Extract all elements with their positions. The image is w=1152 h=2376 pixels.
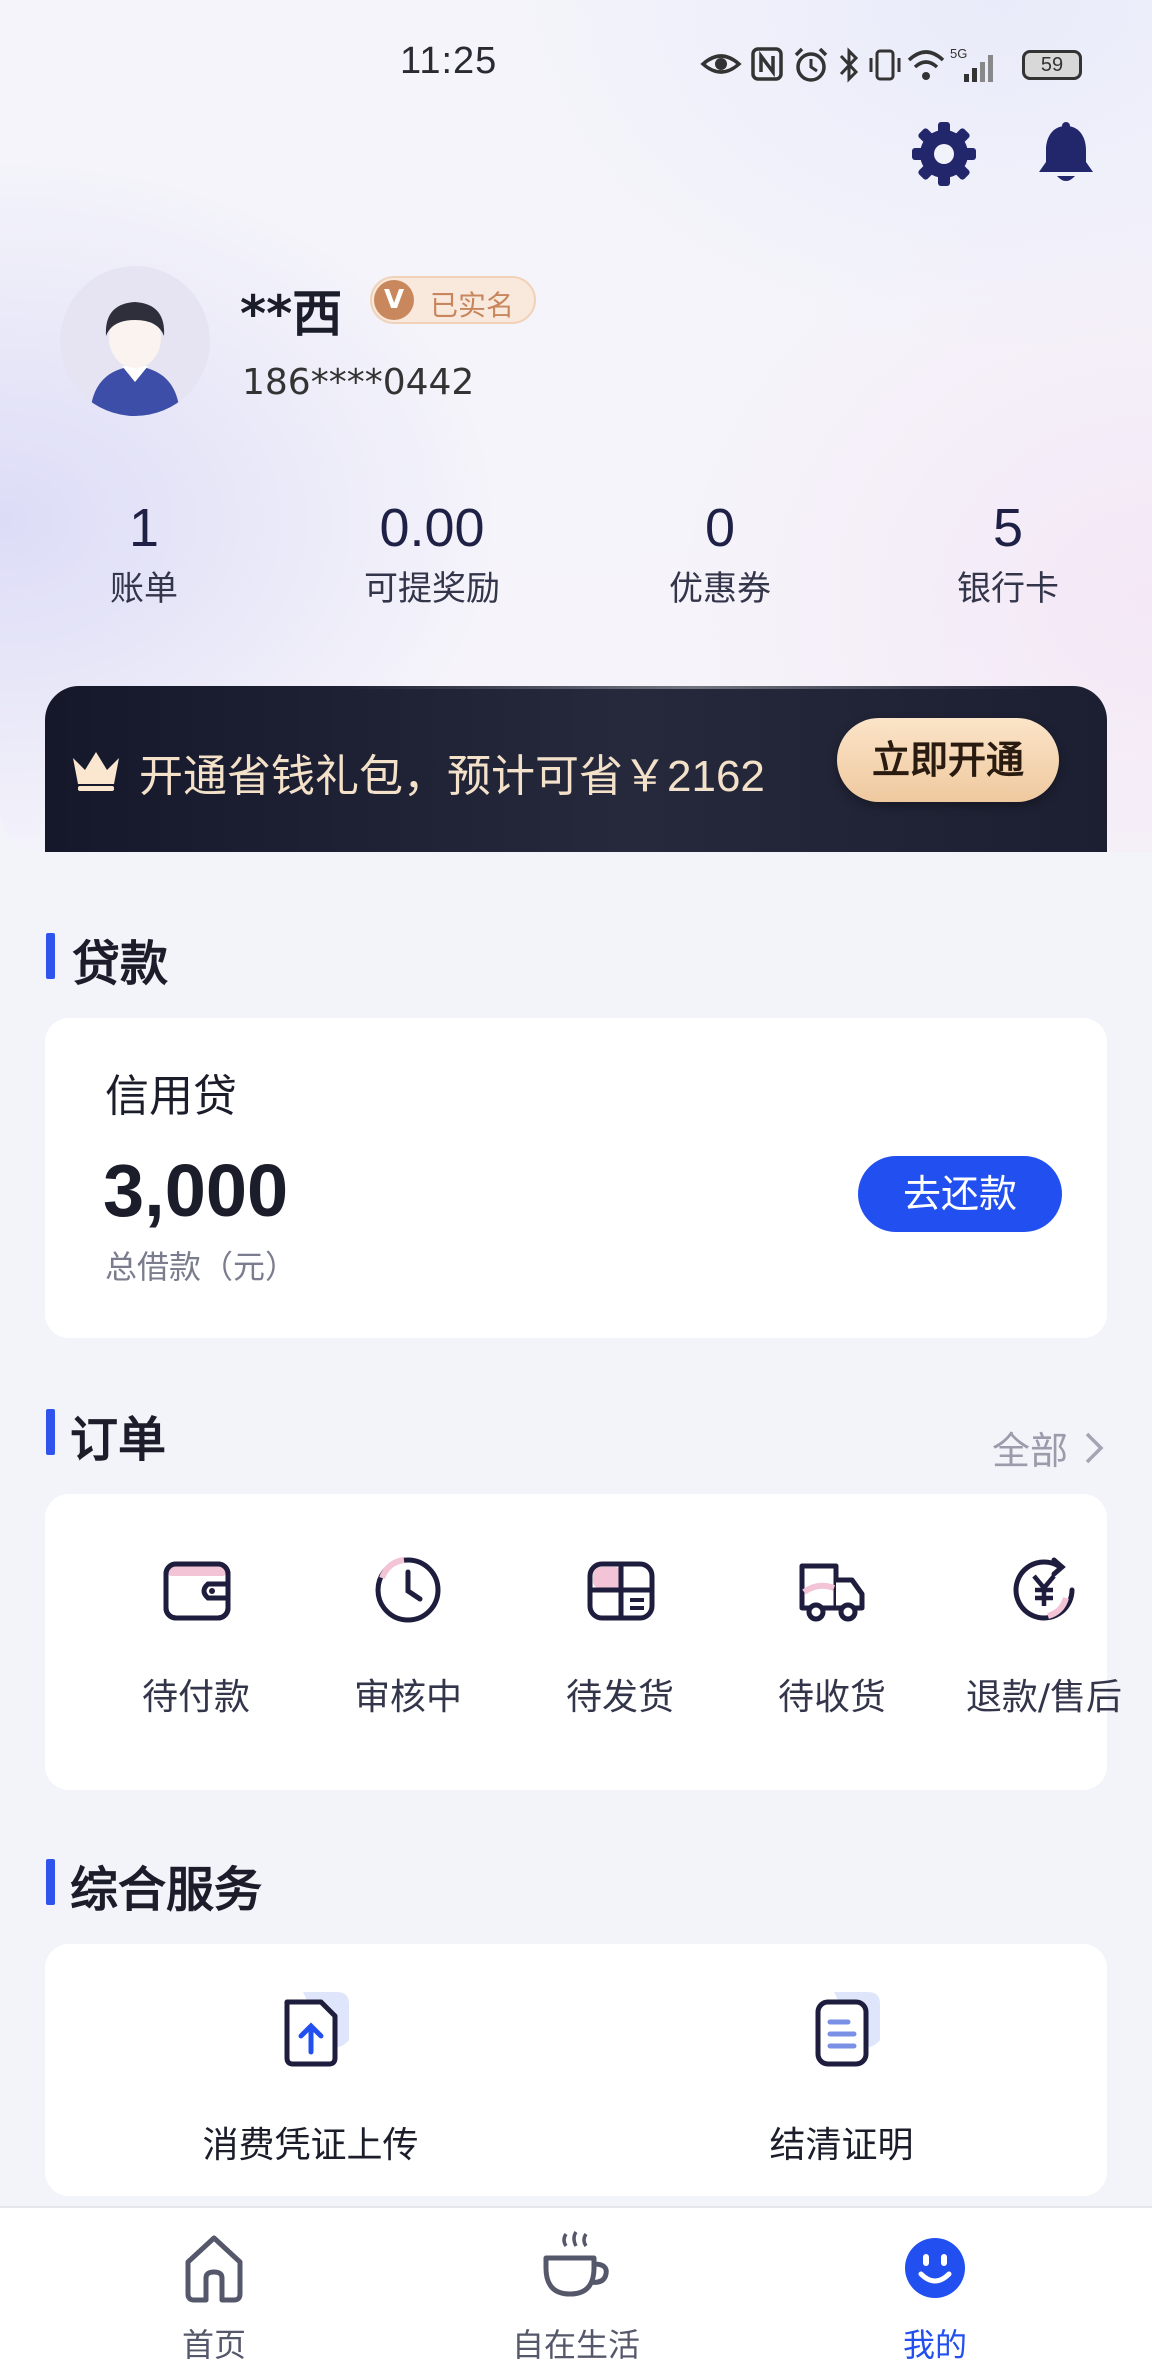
section-marker — [46, 933, 55, 979]
stat-value: 1 — [128, 498, 160, 558]
savings-package-banner[interactable]: 开通省钱礼包，预计可省￥2162 立即开通 — [45, 686, 1107, 852]
repay-button[interactable]: 去还款 — [858, 1156, 1062, 1232]
stat-label: 账单 — [110, 569, 178, 609]
section-marker — [46, 1409, 55, 1455]
order-status-label: 审核中 — [353, 1677, 462, 1718]
package-icon — [587, 1561, 655, 1621]
bluetooth-icon — [839, 47, 859, 83]
order-status-label: 退款/售后 — [965, 1677, 1123, 1718]
status-icons: 5G 59 — [700, 46, 1090, 86]
order-status-label: 待付款 — [141, 1677, 250, 1718]
stat-value: 0.00 — [379, 498, 485, 558]
verified-badge: V 已实名 — [370, 276, 536, 324]
gear-icon — [912, 122, 976, 186]
orders-section-title: 订单 — [70, 1412, 167, 1468]
order-under-review[interactable]: 审核中 — [302, 1494, 514, 1790]
wifi-icon — [907, 50, 945, 80]
truck-icon — [799, 1563, 865, 1622]
vibrate-icon — [869, 49, 901, 81]
stat-label: 可提奖励 — [364, 569, 500, 609]
avatar[interactable] — [60, 266, 210, 416]
stat-rewards[interactable]: 0.00 可提奖励 — [288, 496, 576, 612]
promo-message: 开通省钱礼包，预计可省 — [139, 751, 623, 802]
promo-amount: ￥2162 — [623, 752, 765, 801]
service-upload-voucher[interactable]: 消费凭证上传 — [45, 1944, 576, 2196]
order-pending-payment[interactable]: 待付款 — [90, 1494, 302, 1790]
tab-label: 首页 — [181, 2326, 246, 2364]
home-icon — [185, 2235, 243, 2303]
stat-bills[interactable]: 1 账单 — [0, 496, 288, 612]
chevron-right-icon[interactable] — [1082, 1428, 1106, 1468]
refund-yen-icon — [1013, 1557, 1075, 1621]
user-phone: 186****0442 — [242, 362, 475, 403]
tab-life[interactable]: 自在生活 — [384, 2208, 768, 2376]
service-label: 消费凭证上传 — [202, 2125, 419, 2166]
bottom-tab-bar: 首页 自在生活 我的 — [0, 2206, 1152, 2376]
service-label: 结清证明 — [769, 2125, 914, 2166]
certificate-document-icon — [815, 1992, 880, 2067]
cellular-signal-icon: 5G — [950, 46, 993, 82]
order-to-receive[interactable]: 待收货 — [726, 1494, 938, 1790]
loan-card[interactable]: 信用贷 3,000 总借款（元） 去还款 — [45, 1018, 1107, 1338]
loan-product-name: 信用贷 — [105, 1071, 237, 1122]
wallet-icon — [163, 1561, 231, 1621]
view-all-orders-link[interactable]: 全部 — [992, 1420, 1068, 1475]
tab-label: 我的 — [902, 2326, 967, 2364]
order-to-ship[interactable]: 待发货 — [514, 1494, 726, 1790]
user-name: **西 — [240, 285, 343, 343]
status-bar: 11:25 5G 59 — [0, 0, 1152, 130]
order-status-label: 待收货 — [777, 1677, 886, 1718]
order-status-label: 待发货 — [565, 1677, 674, 1718]
loan-total-amount: 3,000 — [103, 1149, 289, 1232]
coffee-cup-icon — [543, 2231, 609, 2297]
network-type: 5G — [950, 46, 967, 61]
nfc-icon — [751, 47, 783, 81]
section-marker — [46, 1859, 55, 1905]
tab-label: 自在生活 — [511, 2326, 640, 2364]
clock-icon — [375, 1557, 441, 1623]
battery-indicator: 59 — [1022, 50, 1082, 80]
order-refund-aftersales[interactable]: 退款/售后 — [938, 1494, 1150, 1790]
promo-text: 开通省钱礼包，预计可省￥2162 — [139, 740, 765, 804]
smiley-icon — [905, 2238, 965, 2298]
account-stats: 1 账单 0.00 可提奖励 0 优惠券 5 银行卡 — [0, 496, 1152, 626]
stat-bank-cards[interactable]: 5 银行卡 — [864, 496, 1152, 612]
stat-value: 0 — [704, 498, 736, 558]
stat-value: 5 — [992, 498, 1024, 558]
verified-v-icon: V — [374, 280, 414, 320]
status-time: 11:25 — [400, 40, 498, 82]
loan-amount-label: 总借款（元） — [105, 1248, 298, 1286]
tab-mine[interactable]: 我的 — [743, 2208, 1127, 2376]
notification-button[interactable] — [1030, 118, 1102, 190]
upload-document-icon — [284, 1992, 349, 2067]
activate-now-button[interactable]: 立即开通 — [837, 718, 1059, 802]
alarm-icon — [794, 47, 828, 82]
bell-icon — [1039, 122, 1093, 181]
stat-label: 优惠券 — [669, 569, 771, 609]
stat-coupons[interactable]: 0 优惠券 — [576, 496, 864, 612]
services-card: 消费凭证上传 结清证明 — [45, 1944, 1107, 2196]
user-avatar-icon — [90, 302, 180, 416]
service-settlement-certificate[interactable]: 结清证明 — [576, 1944, 1107, 2196]
orders-card: 待付款 审核中 待发货 待收货 退款/售后 — [45, 1494, 1122, 1790]
crown-icon — [73, 752, 119, 791]
loan-section-title: 贷款 — [72, 936, 169, 992]
settings-button[interactable] — [908, 118, 980, 190]
verified-label: 已实名 — [430, 289, 515, 322]
eye-icon — [700, 54, 742, 74]
services-section-title: 综合服务 — [70, 1862, 263, 1918]
tab-home[interactable]: 首页 — [22, 2208, 406, 2376]
stat-label: 银行卡 — [957, 569, 1059, 609]
